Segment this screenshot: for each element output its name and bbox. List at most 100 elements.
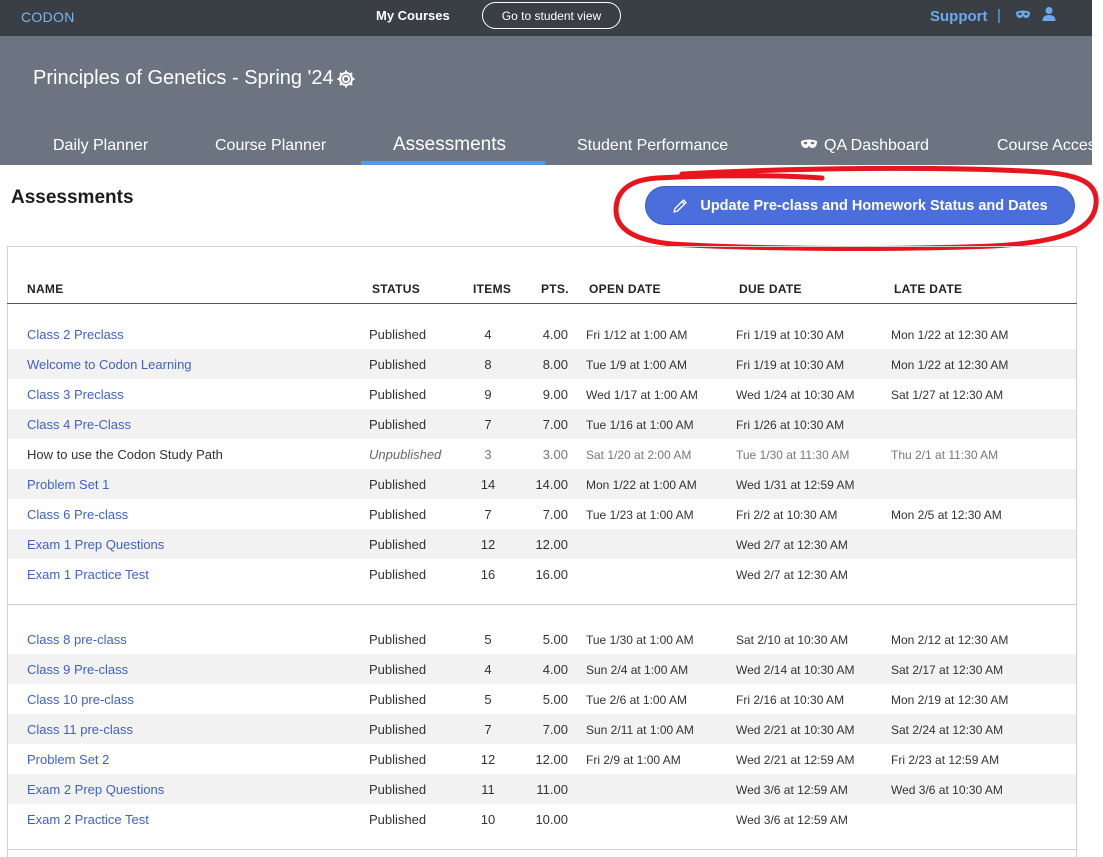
assessment-name-link[interactable]: Exam 2 Prep Questions bbox=[27, 782, 164, 797]
status-cell: Unpublished bbox=[369, 447, 442, 462]
items-cell: 9 bbox=[484, 387, 492, 402]
items-cell: 5 bbox=[484, 632, 492, 647]
late-date-cell: Sat 2/24 at 12:30 AM bbox=[891, 723, 1004, 737]
late-date-cell: Mon 1/22 at 12:30 AM bbox=[891, 328, 1009, 342]
points-cell: 4.00 bbox=[542, 662, 568, 677]
tab-student-performance[interactable]: Student Performance bbox=[577, 137, 728, 155]
assessment-name-link[interactable]: Problem Set 2 bbox=[27, 752, 109, 767]
column-header-name: NAME bbox=[27, 282, 64, 296]
due-date-cell: Wed 1/31 at 12:59 AM bbox=[736, 478, 855, 492]
late-date-cell: Mon 2/5 at 12:30 AM bbox=[891, 508, 1002, 522]
table-row: Class 6 Pre-class Published 7 7.00 Tue 1/23 … bbox=[8, 499, 1076, 529]
table-row: Class 2 Preclass Published 4 4.00 Fri 1/12 a… bbox=[8, 319, 1076, 349]
assessment-name-link[interactable]: Class 9 Pre-class bbox=[27, 662, 128, 677]
table-row: Class 8 pre-class Published 5 5.00 Tue 1/30 … bbox=[8, 624, 1076, 654]
points-cell: 10.00 bbox=[535, 812, 568, 827]
status-cell: Published bbox=[369, 477, 427, 492]
items-cell: 12 bbox=[480, 752, 496, 767]
table-row: Class 3 Preclass Published 9 9.00 Wed 1/17 a… bbox=[8, 379, 1076, 409]
assessment-name-link[interactable]: Exam 1 Practice Test bbox=[27, 567, 149, 582]
status-cell: Published bbox=[369, 357, 427, 372]
assessment-name-link[interactable]: Class 8 pre-class bbox=[27, 632, 127, 647]
update-status-dates-label: Update Pre-class and Homework Status and… bbox=[700, 197, 1048, 214]
user-icon[interactable] bbox=[1041, 6, 1057, 22]
points-cell: 7.00 bbox=[542, 417, 568, 432]
assessment-name-link[interactable]: Class 3 Preclass bbox=[27, 387, 124, 402]
table-row: How to use the Codon Study Path Unpublish… bbox=[8, 439, 1076, 469]
open-date-cell: Sun 2/11 at 1:00 AM bbox=[586, 723, 694, 737]
assessment-name-link[interactable]: Problem Set 1 bbox=[27, 477, 109, 492]
points-cell: 4.00 bbox=[542, 327, 568, 342]
assessment-name-link[interactable]: Class 11 pre-class bbox=[27, 722, 133, 737]
items-cell: 8 bbox=[484, 357, 492, 372]
points-cell: 11.00 bbox=[536, 782, 568, 797]
status-cell: Published bbox=[369, 537, 427, 552]
assessment-name-link[interactable]: Class 4 Pre-Class bbox=[27, 417, 131, 432]
points-cell: 16.00 bbox=[535, 567, 568, 582]
status-cell: Published bbox=[369, 387, 427, 402]
due-date-cell: Sat 2/10 at 10:30 AM bbox=[736, 633, 849, 647]
table-row: Exam 1 Practice Test Published 16 16.00 Wed … bbox=[8, 559, 1076, 589]
points-cell: 3.00 bbox=[542, 447, 568, 462]
assessment-name-link[interactable]: Class 6 Pre-class bbox=[27, 507, 128, 522]
status-cell: Published bbox=[369, 327, 427, 342]
assessment-name-link[interactable]: Exam 1 Prep Questions bbox=[27, 537, 164, 552]
points-cell: 9.00 bbox=[542, 387, 568, 402]
assessment-name-link[interactable]: Welcome to Codon Learning bbox=[27, 357, 192, 372]
tab-daily-planner[interactable]: Daily Planner bbox=[53, 137, 148, 155]
update-status-dates-button[interactable]: Update Pre-class and Homework Status and… bbox=[646, 187, 1074, 224]
mask-icon bbox=[801, 139, 817, 148]
open-date-cell: Tue 2/6 at 1:00 AM bbox=[586, 693, 687, 707]
due-date-cell: Tue 1/30 at 11:30 AM bbox=[736, 448, 850, 462]
open-date-cell: Tue 1/23 at 1:00 AM bbox=[586, 508, 694, 522]
assessment-name-link[interactable]: Class 2 Preclass bbox=[27, 327, 124, 342]
gear-icon[interactable] bbox=[336, 69, 356, 89]
assessment-name-link[interactable]: Class 10 pre-class bbox=[27, 692, 134, 707]
points-cell: 12.00 bbox=[535, 752, 568, 767]
tab-qa-dashboard[interactable]: QA Dashboard bbox=[800, 137, 929, 155]
column-header-open-date: OPEN DATE bbox=[589, 282, 661, 296]
open-date-cell: Mon 1/22 at 1:00 AM bbox=[586, 478, 697, 492]
table-header-divider bbox=[7, 303, 1077, 304]
due-date-cell: Wed 3/6 at 12:59 AM bbox=[736, 783, 848, 797]
due-date-cell: Fri 1/19 at 10:30 AM bbox=[736, 358, 845, 372]
tab-qa-dashboard-label: QA Dashboard bbox=[824, 137, 929, 154]
my-courses-link[interactable]: My Courses bbox=[376, 8, 450, 23]
late-date-cell: Sat 1/27 at 12:30 AM bbox=[891, 388, 1004, 402]
assessment-name-link[interactable]: How to use the Codon Study Path bbox=[27, 447, 223, 462]
active-tab-indicator bbox=[361, 161, 545, 165]
status-cell: Published bbox=[369, 567, 427, 582]
tab-assessments[interactable]: Assessments bbox=[393, 134, 506, 156]
tab-course-access[interactable]: Course Access bbox=[997, 137, 1103, 155]
items-cell: 10 bbox=[480, 812, 496, 827]
assessment-name-link[interactable]: Exam 2 Practice Test bbox=[27, 812, 149, 827]
due-date-cell: Fri 2/2 at 10:30 AM bbox=[736, 508, 838, 522]
due-date-cell: Wed 3/6 at 12:59 AM bbox=[736, 813, 848, 827]
status-cell: Published bbox=[369, 662, 427, 677]
table-row: Problem Set 1 Published 14 14.00 Mon 1/22 at… bbox=[8, 469, 1076, 499]
table-row: Problem Set 2 Published 12 12.00 Fri 2/9 at … bbox=[8, 744, 1076, 774]
table-row: Class 9 Pre-class Published 4 4.00 Sun 2/4 a… bbox=[8, 654, 1076, 684]
support-link[interactable]: Support bbox=[930, 8, 988, 25]
items-cell: 7 bbox=[484, 722, 492, 737]
mask-icon[interactable] bbox=[1015, 9, 1031, 21]
items-cell: 16 bbox=[480, 567, 496, 582]
tab-course-planner[interactable]: Course Planner bbox=[215, 137, 326, 155]
late-date-cell: Mon 2/12 at 12:30 AM bbox=[891, 633, 1009, 647]
group-divider bbox=[7, 849, 1077, 850]
table-row: Exam 2 Prep Questions Published 11 11.00 Wed… bbox=[8, 774, 1076, 804]
late-date-cell: Fri 2/23 at 12:59 AM bbox=[891, 753, 1000, 767]
open-date-cell: Tue 1/9 at 1:00 AM bbox=[586, 358, 687, 372]
late-date-cell: Mon 2/19 at 12:30 AM bbox=[891, 693, 1009, 707]
points-cell: 12.00 bbox=[535, 537, 568, 552]
due-date-cell: Wed 2/7 at 12:30 AM bbox=[736, 568, 848, 582]
pencil-icon bbox=[673, 198, 687, 213]
late-date-cell: Mon 1/22 at 12:30 AM bbox=[891, 358, 1009, 372]
points-cell: 7.00 bbox=[542, 507, 568, 522]
column-header-due-date: DUE DATE bbox=[739, 282, 802, 296]
go-to-student-view-button[interactable]: Go to student view bbox=[482, 2, 621, 29]
late-date-cell: Sat 2/17 at 12:30 AM bbox=[891, 663, 1004, 677]
brand-logo[interactable]: CODON bbox=[21, 9, 75, 25]
items-cell: 14 bbox=[480, 477, 496, 492]
late-date-cell: Thu 2/1 at 11:30 AM bbox=[891, 448, 999, 462]
